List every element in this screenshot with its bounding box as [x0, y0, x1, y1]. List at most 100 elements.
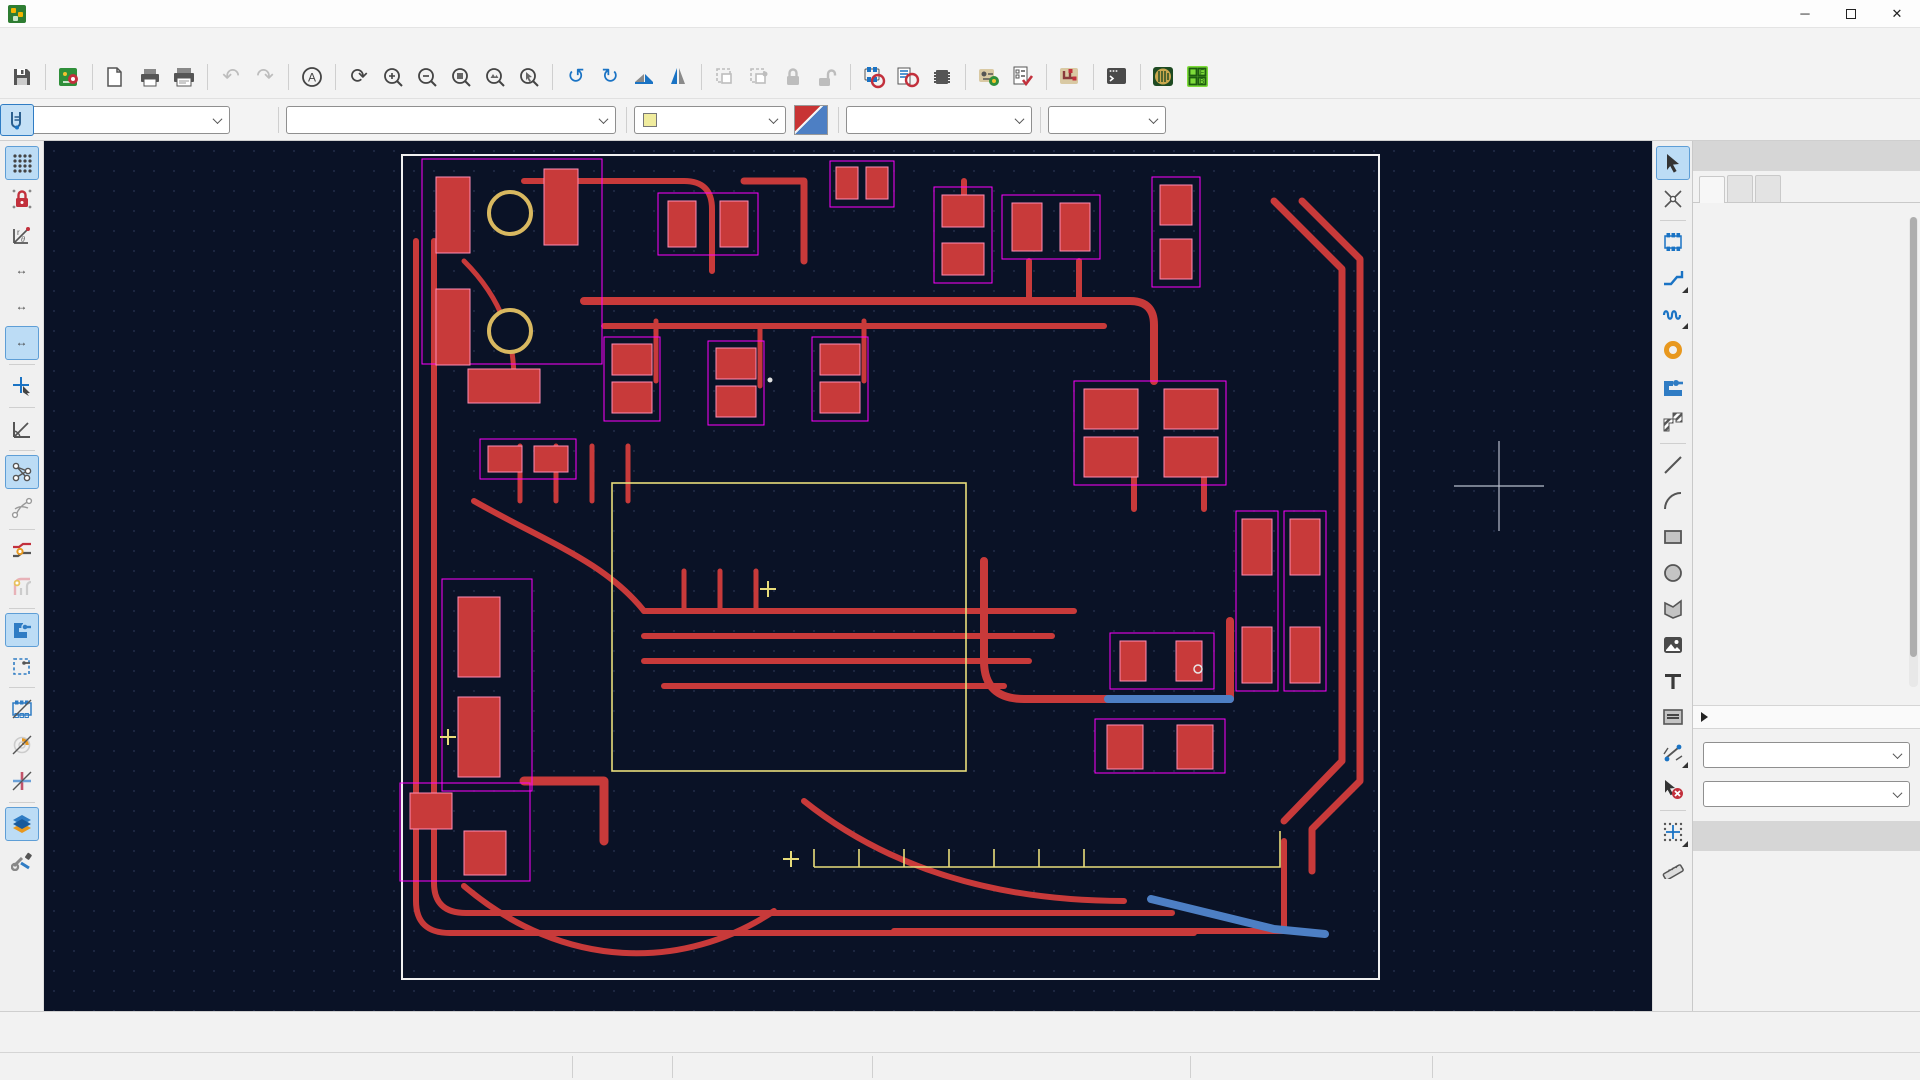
via-size-select[interactable] [286, 106, 616, 134]
place-via-button[interactable] [1656, 333, 1690, 367]
scrollbar-thumb[interactable] [1910, 217, 1917, 657]
layer-pair-indicator[interactable] [794, 105, 828, 135]
zoom-to-selection-button[interactable] [513, 61, 545, 93]
flip-vertical-button[interactable] [662, 61, 694, 93]
cleanup-tracks-button[interactable] [1054, 61, 1086, 93]
grid-size-select[interactable] [846, 106, 1032, 134]
footprint-sketch-mode-button[interactable] [5, 692, 39, 726]
draw-line-button[interactable] [1656, 448, 1690, 482]
draw-polygon-button[interactable] [1656, 592, 1690, 626]
zone-outline-mode-button[interactable] [5, 649, 39, 683]
menu-inspect[interactable] [118, 39, 138, 45]
menu-view[interactable] [52, 39, 72, 45]
drc-button[interactable] [1007, 61, 1039, 93]
zoom-in-button[interactable] [377, 61, 409, 93]
footprint-properties-button[interactable] [926, 61, 958, 93]
zoom-fit-button[interactable] [445, 61, 477, 93]
board-setup-button[interactable] [53, 61, 85, 93]
inactive-layer-display-button[interactable] [5, 807, 39, 841]
add-rule-area-button[interactable] [1656, 405, 1690, 439]
active-layer-select[interactable] [634, 106, 786, 134]
print-button[interactable] [134, 61, 166, 93]
flip-horizontal-button[interactable] [628, 61, 660, 93]
graphics-sketch-mode-button[interactable] [5, 764, 39, 798]
svg-text:θ: θ [21, 235, 25, 244]
page-settings-button[interactable] [100, 61, 132, 93]
toggle-grid-button[interactable] [5, 146, 39, 180]
show-ratsnest-button[interactable] [5, 455, 39, 489]
footprint-editor-button[interactable] [858, 61, 890, 93]
zoom-select[interactable] [1048, 106, 1166, 134]
tab-objects[interactable] [1727, 175, 1753, 202]
viewports-select[interactable] [1703, 781, 1910, 807]
pcb-canvas[interactable] [44, 141, 1652, 1011]
grid-origin-button[interactable] [1656, 815, 1690, 849]
update-pcb-button[interactable] [973, 61, 1005, 93]
zone-filled-mode-button[interactable] [5, 613, 39, 647]
delete-tool-button[interactable] [1656, 772, 1690, 806]
unlock-button[interactable] [811, 61, 843, 93]
highlight-net-button[interactable] [1656, 182, 1690, 216]
zoom-out-button[interactable] [411, 61, 443, 93]
menu-edit[interactable] [30, 39, 50, 45]
add-image-button[interactable] [1656, 628, 1690, 662]
add-dimension-button[interactable] [1656, 736, 1690, 770]
footprint-swap-button[interactable]: FB [1182, 61, 1214, 93]
pad-sketch-mode-button[interactable] [5, 728, 39, 762]
layer-display-options[interactable] [1693, 705, 1920, 729]
units-mils-button[interactable]: ↔ [5, 290, 39, 324]
draw-arc-button[interactable] [1656, 484, 1690, 518]
crosshair-cursor-button[interactable] [5, 369, 39, 403]
units-mm-button[interactable]: ↔ [5, 326, 39, 360]
menu-tools[interactable] [140, 39, 160, 45]
3d-viewer-button[interactable] [1148, 61, 1180, 93]
toolbar-separator [92, 64, 93, 90]
group-button[interactable] [709, 61, 741, 93]
scripting-console-button[interactable] [1101, 61, 1133, 93]
route-tracks-button[interactable] [1656, 261, 1690, 295]
tab-layers[interactable] [1699, 176, 1725, 203]
tune-length-button[interactable] [1656, 297, 1690, 331]
rotate-ccw-button[interactable]: ↺ [560, 61, 592, 93]
properties-panel-button[interactable] [5, 843, 39, 877]
add-filled-zone-button[interactable] [1656, 369, 1690, 403]
zoom-to-objects-button[interactable] [479, 61, 511, 93]
maximize-button[interactable] [1828, 0, 1874, 28]
layers-scrollbar[interactable] [1909, 217, 1918, 687]
toggle-grid-overrides-button[interactable] [5, 182, 39, 216]
ungroup-button[interactable] [743, 61, 775, 93]
menu-preferences[interactable] [162, 39, 182, 45]
polar-coordinates-button[interactable]: rθ [5, 218, 39, 252]
limit-45-degrees-button[interactable] [5, 412, 39, 446]
footprint-browser-button[interactable] [892, 61, 924, 93]
track-sketch-mode-button[interactable] [5, 534, 39, 568]
tab-nets[interactable] [1755, 175, 1781, 202]
find-button[interactable]: A [296, 61, 328, 93]
redo-button[interactable]: ↷ [249, 61, 281, 93]
menu-place[interactable] [74, 39, 94, 45]
rotate-cw-button[interactable]: ↻ [594, 61, 626, 93]
place-footprint-button[interactable] [1656, 225, 1690, 259]
menu-route[interactable] [96, 39, 116, 45]
close-button[interactable]: ✕ [1874, 0, 1920, 28]
lock-button[interactable] [777, 61, 809, 93]
menu-file[interactable] [8, 39, 28, 45]
save-button[interactable] [6, 61, 38, 93]
auto-track-width-button[interactable] [0, 104, 34, 136]
via-sketch-mode-button[interactable] [5, 570, 39, 604]
units-inches-button[interactable]: ↔ [5, 254, 39, 288]
draw-rectangle-button[interactable] [1656, 520, 1690, 554]
add-text-button[interactable] [1656, 664, 1690, 698]
undo-button[interactable]: ↶ [215, 61, 247, 93]
curved-ratsnest-button[interactable] [5, 491, 39, 525]
add-textbox-button[interactable] [1656, 700, 1690, 734]
plot-button[interactable] [168, 61, 200, 93]
select-tool-button[interactable] [1656, 146, 1690, 180]
minimize-button[interactable]: ─ [1782, 0, 1828, 28]
draw-circle-button[interactable] [1656, 556, 1690, 590]
menu-help[interactable] [184, 39, 204, 45]
refresh-view-button[interactable]: ⟳ [343, 61, 375, 93]
measure-tool-button[interactable] [1656, 851, 1690, 885]
presets-select[interactable] [1703, 742, 1910, 768]
track-width-select[interactable] [6, 106, 230, 134]
